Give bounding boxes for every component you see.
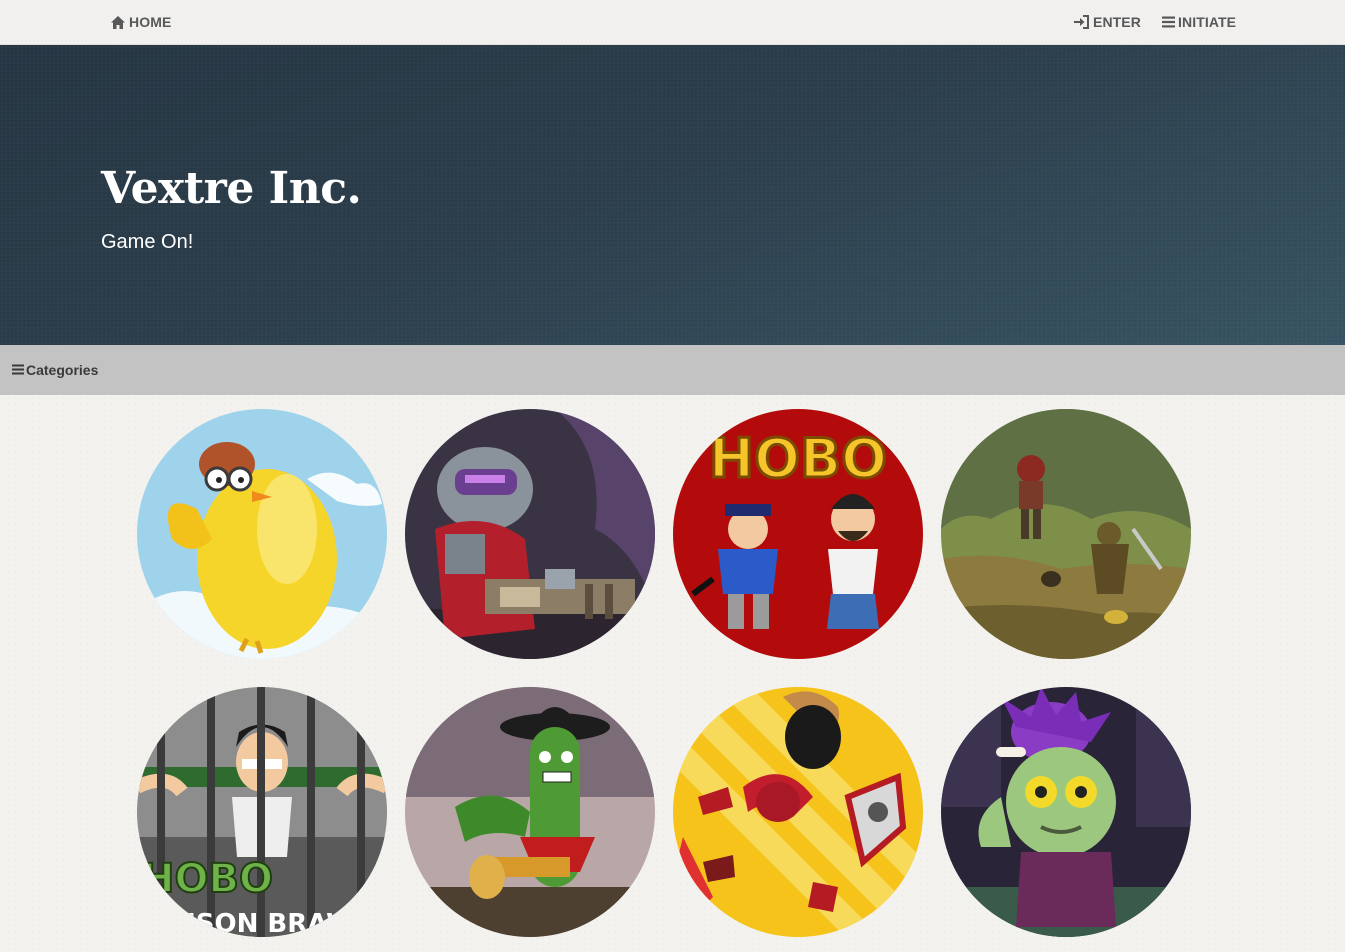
- menu-icon: [1162, 16, 1175, 28]
- categories-bar: Categories: [0, 345, 1345, 395]
- game-thumbnail-knight[interactable]: [941, 409, 1191, 659]
- sign-in-icon: [1073, 15, 1090, 29]
- nav-enter-link[interactable]: ENTER: [1073, 13, 1141, 31]
- game-thumbnail-hobo[interactable]: HOBO: [673, 409, 923, 659]
- svg-text:HOBO: HOBO: [709, 427, 887, 490]
- nav-enter-label: ENTER: [1093, 14, 1141, 30]
- cactus-image: [405, 687, 655, 937]
- hero-banner: Vextre Inc. Game On!: [0, 45, 1345, 345]
- soldier-image: [405, 409, 655, 659]
- nav-initiate-label: INITIATE: [1178, 14, 1237, 30]
- game-grid: HOBO HOBO PRISON BRAWL: [0, 395, 1345, 952]
- svg-text:HOBO: HOBO: [141, 856, 273, 902]
- stickman-image: [673, 687, 923, 937]
- chicken-image: [137, 409, 387, 659]
- categories-toggle[interactable]: Categories: [12, 362, 98, 378]
- game-thumbnail-hobo-prison[interactable]: HOBO PRISON BRAWL: [137, 687, 387, 937]
- game-thumbnail-soldier[interactable]: [405, 409, 655, 659]
- nav-home-link[interactable]: HOME: [110, 13, 171, 31]
- hobo-image: HOBO: [673, 409, 923, 659]
- game-thumbnail-cactus[interactable]: [405, 687, 655, 937]
- site-tagline: Game On!: [101, 231, 194, 253]
- home-icon: [110, 15, 126, 30]
- knight-image: [941, 409, 1191, 659]
- svg-text:PRISON BRAWL: PRISON BRAWL: [147, 909, 371, 937]
- game-thumbnail-zombie[interactable]: [941, 687, 1191, 937]
- nav-home-label: HOME: [129, 14, 172, 30]
- hobo-prison-image: HOBO PRISON BRAWL: [137, 687, 387, 937]
- zombie-image: [941, 687, 1191, 937]
- menu-icon: [12, 362, 24, 378]
- categories-label: Categories: [26, 362, 99, 378]
- site-title: Vextre Inc.: [101, 163, 362, 214]
- top-navbar: HOME ENTER INITIATE: [0, 0, 1345, 45]
- game-thumbnail-stickman[interactable]: [673, 687, 923, 937]
- nav-initiate-link[interactable]: INITIATE: [1162, 13, 1236, 31]
- game-thumbnail-chicken[interactable]: [137, 409, 387, 659]
